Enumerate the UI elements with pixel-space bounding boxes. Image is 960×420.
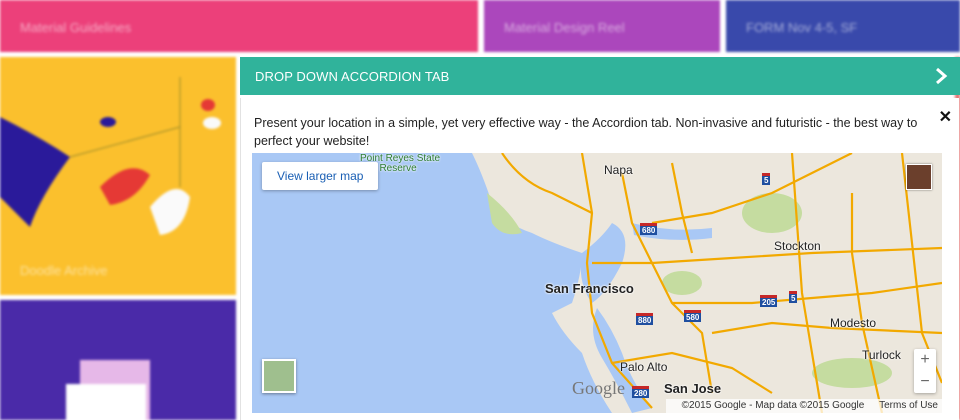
google-logo: Google (572, 378, 625, 398)
map-label: Napa (604, 163, 633, 177)
avatar[interactable] (906, 164, 932, 190)
accordion-panel: DROP DOWN ACCORDION TAB ✕ Present your l… (240, 57, 960, 420)
map-label: Turlock (862, 348, 901, 362)
map-label: San Jose (664, 381, 722, 396)
card-illustration-front (66, 384, 146, 420)
doodle-mobile-illustration (0, 77, 221, 235)
map-label: Stockton (774, 239, 821, 253)
highway-shield: 5 (789, 291, 798, 303)
tile-label: Doodle Archive (20, 263, 108, 278)
highway-shield: 580 (684, 310, 702, 322)
zoom-in-button[interactable]: + (914, 349, 936, 371)
zoom-out-button[interactable]: − (914, 371, 936, 393)
highway-shield: 880 (636, 313, 654, 325)
tile-label: FORM Nov 4-5, SF (746, 20, 858, 35)
map-attribution: ©2015 Google - Map data ©2015 Google Ter… (665, 399, 942, 413)
tile-label: Material Design Reel (504, 20, 625, 35)
accordion-description: Present your location in a simple, yet v… (254, 116, 918, 148)
map-label: Modesto (830, 316, 877, 330)
satellite-toggle-thumbnail[interactable] (262, 359, 296, 393)
accordion-tab[interactable]: DROP DOWN ACCORDION TAB (240, 57, 960, 95)
tile-label: Material Guidelines (20, 20, 132, 35)
map-label: Palo Alto (620, 360, 668, 374)
highway-shield: 205 (760, 295, 778, 307)
highway-shield: 5 (762, 173, 771, 185)
chevron-right-icon[interactable] (932, 67, 950, 85)
accordion-tab-title: DROP DOWN ACCORDION TAB (255, 69, 450, 84)
google-map[interactable]: Point Reyes State rine Reserve Napa San … (252, 153, 942, 413)
view-larger-map-button[interactable]: View larger map (262, 162, 379, 190)
highway-shield: 280 (632, 386, 650, 398)
tile-material-guidelines[interactable]: Material Guidelines (0, 0, 478, 52)
tile-purple-bottom[interactable] (0, 300, 236, 420)
tile-doodle-archive[interactable]: Doodle Archive (0, 57, 236, 295)
map-label: San Francisco (545, 281, 634, 296)
attribution-text: ©2015 Google - Map data ©2015 Google (681, 400, 865, 411)
zoom-control: + − (914, 349, 936, 393)
highway-shield: 680 (640, 223, 658, 235)
terms-of-use-link[interactable]: Terms of Use (879, 400, 938, 411)
tile-material-design-reel[interactable]: Material Design Reel (484, 0, 720, 52)
tile-form-event[interactable]: FORM Nov 4-5, SF (726, 0, 960, 52)
